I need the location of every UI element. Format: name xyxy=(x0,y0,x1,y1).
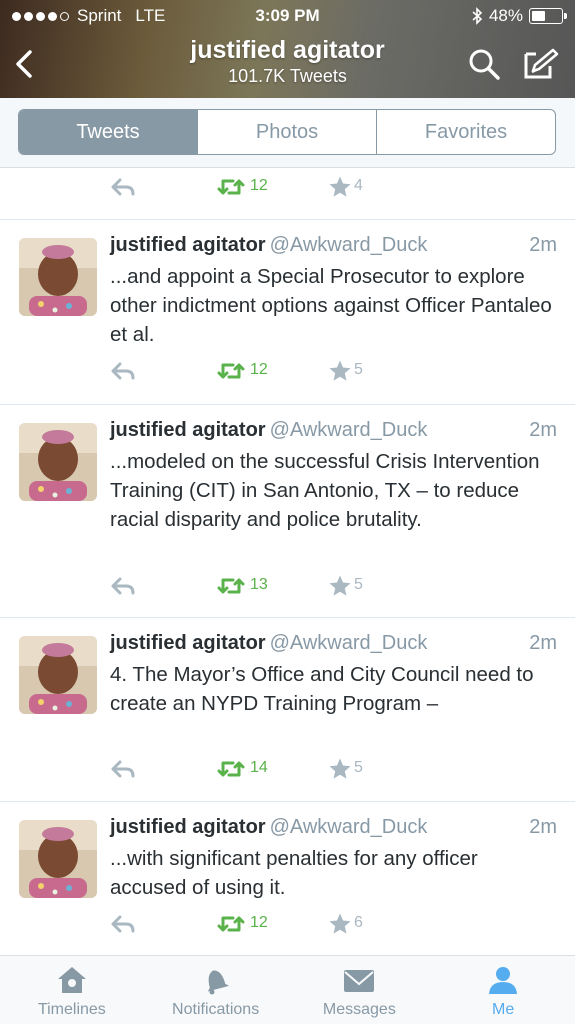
retweet-icon[interactable] xyxy=(216,575,246,597)
reply-icon[interactable] xyxy=(110,360,136,382)
reply-icon[interactable] xyxy=(110,575,136,597)
author-name[interactable]: justified agitator xyxy=(110,816,266,838)
retweet-icon[interactable] xyxy=(216,913,246,935)
retweet-count: 13 xyxy=(250,576,268,593)
tab-label: Messages xyxy=(322,1001,396,1018)
reply-icon[interactable] xyxy=(110,758,136,780)
compose-icon[interactable] xyxy=(520,46,560,82)
tab-tweets[interactable]: Tweets xyxy=(19,110,198,154)
retweet-count: 14 xyxy=(250,759,268,776)
person-icon xyxy=(489,967,518,994)
status-right: 48% xyxy=(471,6,567,26)
tab-timelines[interactable]: Timelines xyxy=(0,956,144,1024)
retweet-icon[interactable] xyxy=(216,360,246,382)
tab-label: Timelines xyxy=(37,1001,106,1018)
tab-label: Notifications xyxy=(172,1001,260,1018)
tweet-text: ...and appoint a Special Prosecutor to e… xyxy=(110,265,552,346)
author-name[interactable]: justified agitator xyxy=(110,632,266,654)
favorite-count: 5 xyxy=(354,576,363,593)
profile-header: Sprint LTE 3:09 PM 48% justified agitato… xyxy=(0,0,575,98)
search-icon[interactable] xyxy=(466,46,502,82)
tab-notifications[interactable]: Notifications xyxy=(144,956,288,1024)
battery-percent: 48% xyxy=(488,6,523,25)
retweet-count: 12 xyxy=(250,177,268,194)
tweet-header: justified agitator @Awkward_Duck 2m xyxy=(110,234,557,260)
tweet-item[interactable]: justified agitator @Awkward_Duck 2m ...mo… xyxy=(0,405,575,618)
status-bar: Sprint LTE 3:09 PM 48% xyxy=(0,0,575,34)
favorite-star-icon[interactable] xyxy=(328,574,352,598)
tweet-item[interactable]: 12 4 xyxy=(0,168,575,220)
tweet-header: justified agitator @Awkward_Duck 2m xyxy=(110,632,557,658)
avatar[interactable] xyxy=(19,636,97,714)
author-handle[interactable]: @Awkward_Duck xyxy=(270,234,428,256)
tweet-text: ...with significant penalties for any of… xyxy=(110,847,478,899)
segmented-control: Tweets Photos Favorites xyxy=(18,109,556,155)
bottom-tab-bar: Timelines Notifications Messages Me xyxy=(0,955,575,1024)
favorite-star-icon[interactable] xyxy=(328,359,352,383)
retweet-count: 12 xyxy=(250,914,268,931)
tweet-timestamp: 2m xyxy=(529,419,557,441)
tweet-header: justified agitator @Awkward_Duck 2m xyxy=(110,816,557,842)
tweet-text: ...modeled on the successful Crisis Inte… xyxy=(110,450,540,531)
avatar[interactable] xyxy=(19,820,97,898)
favorite-count: 6 xyxy=(354,914,363,931)
tweet-item[interactable]: justified agitator @Awkward_Duck 2m 4. Th… xyxy=(0,618,575,802)
tweet-timestamp: 2m xyxy=(529,816,557,838)
tweet-item[interactable]: justified agitator @Awkward_Duck 2m ...wi… xyxy=(0,802,575,955)
favorite-count: 4 xyxy=(354,177,363,194)
favorite-count: 5 xyxy=(354,759,363,776)
tweet-item[interactable]: justified agitator @Awkward_Duck 2m ...an… xyxy=(0,220,575,405)
tab-messages[interactable]: Messages xyxy=(288,956,432,1024)
bell-icon xyxy=(207,970,229,995)
bluetooth-icon xyxy=(472,7,483,25)
retweet-icon[interactable] xyxy=(216,176,246,198)
favorite-star-icon[interactable] xyxy=(328,912,352,936)
home-icon xyxy=(57,967,86,993)
author-name[interactable]: justified agitator xyxy=(110,234,266,256)
reply-icon[interactable] xyxy=(110,913,136,935)
avatar[interactable] xyxy=(19,423,97,501)
author-name[interactable]: justified agitator xyxy=(110,419,266,441)
battery-icon xyxy=(529,8,567,24)
tweet-timestamp: 2m xyxy=(529,632,557,654)
tab-favorites[interactable]: Favorites xyxy=(377,110,555,154)
favorite-star-icon[interactable] xyxy=(328,175,352,199)
author-handle[interactable]: @Awkward_Duck xyxy=(270,632,428,654)
favorite-count: 5 xyxy=(354,361,363,378)
tweet-timestamp: 2m xyxy=(529,234,557,256)
profile-tabs-bar: Tweets Photos Favorites xyxy=(0,98,575,168)
retweet-icon[interactable] xyxy=(216,758,246,780)
tweet-header: justified agitator @Awkward_Duck 2m xyxy=(110,419,557,445)
envelope-icon xyxy=(344,970,375,992)
tweet-text: 4. The Mayor’s Office and City Council n… xyxy=(110,663,534,715)
retweet-count: 12 xyxy=(250,361,268,378)
tab-me[interactable]: Me xyxy=(431,956,575,1024)
tab-label: Me xyxy=(492,1001,515,1018)
author-handle[interactable]: @Awkward_Duck xyxy=(270,816,428,838)
favorite-star-icon[interactable] xyxy=(328,757,352,781)
avatar[interactable] xyxy=(19,238,97,316)
tab-photos[interactable]: Photos xyxy=(198,110,377,154)
author-handle[interactable]: @Awkward_Duck xyxy=(270,419,428,441)
reply-icon[interactable] xyxy=(110,176,136,198)
